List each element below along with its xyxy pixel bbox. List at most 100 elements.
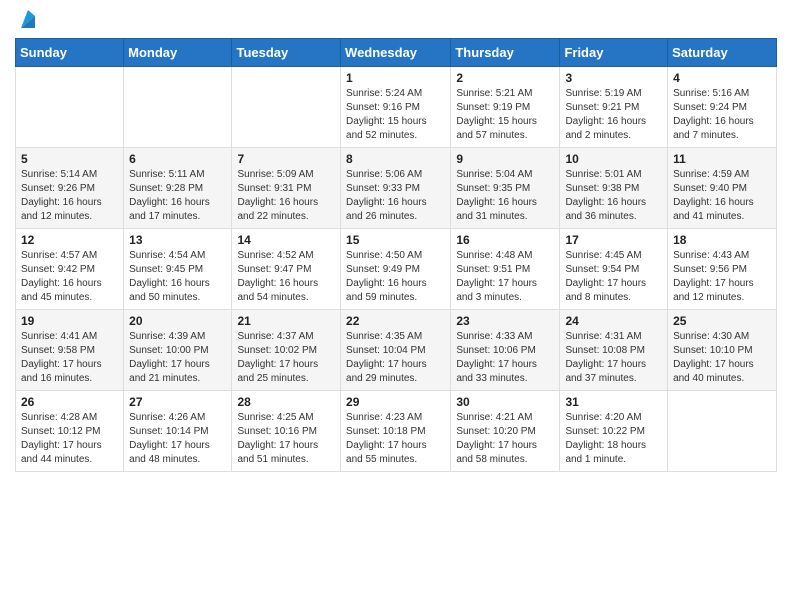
logo: [15, 10, 39, 32]
day-number: 19: [21, 314, 118, 328]
table-cell: 9 Sunrise: 5:04 AMSunset: 9:35 PMDaylight…: [451, 148, 560, 229]
day-number: 27: [129, 395, 226, 409]
col-tuesday: Tuesday: [232, 39, 341, 67]
table-cell: 13 Sunrise: 4:54 AMSunset: 9:45 PMDayligh…: [124, 229, 232, 310]
table-cell: 30 Sunrise: 4:21 AMSunset: 10:20 PMDaylig…: [451, 391, 560, 472]
day-info: Sunrise: 5:19 AMSunset: 9:21 PMDaylight:…: [565, 87, 662, 143]
day-info: Sunrise: 4:23 AMSunset: 10:18 PMDaylight…: [346, 411, 445, 467]
col-monday: Monday: [124, 39, 232, 67]
table-cell: 22Sunrise: 4:35 AMSunset: 10:04 PMDaylig…: [341, 310, 451, 391]
table-cell: 15 Sunrise: 4:50 AMSunset: 9:49 PMDayligh…: [341, 229, 451, 310]
day-info: Sunrise: 5:06 AMSunset: 9:33 PMDaylight:…: [346, 168, 445, 224]
day-info: Sunrise: 4:25 AMSunset: 10:16 PMDaylight…: [237, 411, 335, 467]
day-number: 31: [565, 395, 662, 409]
day-number: 29: [346, 395, 445, 409]
day-info: Sunrise: 4:45 AMSunset: 9:54 PMDaylight:…: [565, 249, 662, 305]
day-info: Sunrise: 4:43 AMSunset: 9:56 PMDaylight:…: [673, 249, 771, 305]
table-cell: 8 Sunrise: 5:06 AMSunset: 9:33 PMDaylight…: [341, 148, 451, 229]
day-number: 30: [456, 395, 554, 409]
day-number: 18: [673, 233, 771, 247]
table-cell: [232, 67, 341, 148]
col-thursday: Thursday: [451, 39, 560, 67]
day-info: Sunrise: 4:21 AMSunset: 10:20 PMDaylight…: [456, 411, 554, 467]
day-info: Sunrise: 5:14 AMSunset: 9:26 PMDaylight:…: [21, 168, 118, 224]
table-cell: [668, 391, 777, 472]
day-info: Sunrise: 5:16 AMSunset: 9:24 PMDaylight:…: [673, 87, 771, 143]
day-info: Sunrise: 4:50 AMSunset: 9:49 PMDaylight:…: [346, 249, 445, 305]
calendar-week-row: 5 Sunrise: 5:14 AMSunset: 9:26 PMDaylight…: [16, 148, 777, 229]
col-wednesday: Wednesday: [341, 39, 451, 67]
table-cell: 5 Sunrise: 5:14 AMSunset: 9:26 PMDaylight…: [16, 148, 124, 229]
table-cell: 25 Sunrise: 4:30 AMSunset: 10:10 PMDaylig…: [668, 310, 777, 391]
day-number: 25: [673, 314, 771, 328]
day-number: 15: [346, 233, 445, 247]
day-number: 26: [21, 395, 118, 409]
day-number: 5: [21, 152, 118, 166]
logo-icon: [17, 10, 39, 32]
day-number: 23: [456, 314, 554, 328]
day-number: 9: [456, 152, 554, 166]
calendar-week-row: 12Sunrise: 4:57 AMSunset: 9:42 PMDayligh…: [16, 229, 777, 310]
day-number: 10: [565, 152, 662, 166]
day-number: 4: [673, 71, 771, 85]
day-info: Sunrise: 4:26 AMSunset: 10:14 PMDaylight…: [129, 411, 226, 467]
table-cell: 27 Sunrise: 4:26 AMSunset: 10:14 PMDaylig…: [124, 391, 232, 472]
table-cell: 7 Sunrise: 5:09 AMSunset: 9:31 PMDaylight…: [232, 148, 341, 229]
day-number: 3: [565, 71, 662, 85]
day-info: Sunrise: 5:24 AMSunset: 9:16 PMDaylight:…: [346, 87, 445, 143]
table-cell: 11Sunrise: 4:59 AMSunset: 9:40 PMDayligh…: [668, 148, 777, 229]
day-info: Sunrise: 5:04 AMSunset: 9:35 PMDaylight:…: [456, 168, 554, 224]
table-cell: 4 Sunrise: 5:16 AMSunset: 9:24 PMDaylight…: [668, 67, 777, 148]
table-cell: 23 Sunrise: 4:33 AMSunset: 10:06 PMDaylig…: [451, 310, 560, 391]
day-number: 16: [456, 233, 554, 247]
table-cell: 28 Sunrise: 4:25 AMSunset: 10:16 PMDaylig…: [232, 391, 341, 472]
table-cell: 12Sunrise: 4:57 AMSunset: 9:42 PMDayligh…: [16, 229, 124, 310]
day-info: Sunrise: 4:39 AMSunset: 10:00 PMDaylight…: [129, 330, 226, 386]
day-number: 14: [237, 233, 335, 247]
calendar-table: Sunday Monday Tuesday Wednesday Thursday…: [15, 38, 777, 472]
day-number: 12: [21, 233, 118, 247]
table-cell: 20 Sunrise: 4:39 AMSunset: 10:00 PMDaylig…: [124, 310, 232, 391]
day-info: Sunrise: 4:20 AMSunset: 10:22 PMDaylight…: [565, 411, 662, 467]
day-info: Sunrise: 5:11 AMSunset: 9:28 PMDaylight:…: [129, 168, 226, 224]
calendar-week-row: 1Sunrise: 5:24 AMSunset: 9:16 PMDaylight…: [16, 67, 777, 148]
table-cell: 3 Sunrise: 5:19 AMSunset: 9:21 PMDaylight…: [560, 67, 668, 148]
day-number: 6: [129, 152, 226, 166]
day-info: Sunrise: 4:52 AMSunset: 9:47 PMDaylight:…: [237, 249, 335, 305]
day-number: 20: [129, 314, 226, 328]
day-info: Sunrise: 4:48 AMSunset: 9:51 PMDaylight:…: [456, 249, 554, 305]
calendar-header-row: Sunday Monday Tuesday Wednesday Thursday…: [16, 39, 777, 67]
page: Sunday Monday Tuesday Wednesday Thursday…: [0, 0, 792, 487]
day-info: Sunrise: 4:31 AMSunset: 10:08 PMDaylight…: [565, 330, 662, 386]
table-cell: [124, 67, 232, 148]
col-sunday: Sunday: [16, 39, 124, 67]
table-cell: 16 Sunrise: 4:48 AMSunset: 9:51 PMDayligh…: [451, 229, 560, 310]
day-number: 8: [346, 152, 445, 166]
table-cell: 1Sunrise: 5:24 AMSunset: 9:16 PMDaylight…: [341, 67, 451, 148]
col-friday: Friday: [560, 39, 668, 67]
table-cell: 29 Sunrise: 4:23 AMSunset: 10:18 PMDaylig…: [341, 391, 451, 472]
day-info: Sunrise: 5:01 AMSunset: 9:38 PMDaylight:…: [565, 168, 662, 224]
table-cell: 31 Sunrise: 4:20 AMSunset: 10:22 PMDaylig…: [560, 391, 668, 472]
day-number: 17: [565, 233, 662, 247]
col-saturday: Saturday: [668, 39, 777, 67]
table-cell: 17 Sunrise: 4:45 AMSunset: 9:54 PMDayligh…: [560, 229, 668, 310]
calendar-week-row: 19Sunrise: 4:41 AMSunset: 9:58 PMDayligh…: [16, 310, 777, 391]
day-info: Sunrise: 4:54 AMSunset: 9:45 PMDaylight:…: [129, 249, 226, 305]
table-cell: 14 Sunrise: 4:52 AMSunset: 9:47 PMDayligh…: [232, 229, 341, 310]
day-info: Sunrise: 5:21 AMSunset: 9:19 PMDaylight:…: [456, 87, 554, 143]
day-number: 21: [237, 314, 335, 328]
day-number: 7: [237, 152, 335, 166]
day-info: Sunrise: 4:59 AMSunset: 9:40 PMDaylight:…: [673, 168, 771, 224]
day-info: Sunrise: 4:33 AMSunset: 10:06 PMDaylight…: [456, 330, 554, 386]
day-number: 28: [237, 395, 335, 409]
day-number: 13: [129, 233, 226, 247]
day-number: 24: [565, 314, 662, 328]
day-info: Sunrise: 5:09 AMSunset: 9:31 PMDaylight:…: [237, 168, 335, 224]
day-info: Sunrise: 4:30 AMSunset: 10:10 PMDaylight…: [673, 330, 771, 386]
table-cell: 24 Sunrise: 4:31 AMSunset: 10:08 PMDaylig…: [560, 310, 668, 391]
day-info: Sunrise: 4:37 AMSunset: 10:02 PMDaylight…: [237, 330, 335, 386]
table-cell: 18 Sunrise: 4:43 AMSunset: 9:56 PMDayligh…: [668, 229, 777, 310]
header: [15, 10, 777, 32]
day-info: Sunrise: 4:28 AMSunset: 10:12 PMDaylight…: [21, 411, 118, 467]
